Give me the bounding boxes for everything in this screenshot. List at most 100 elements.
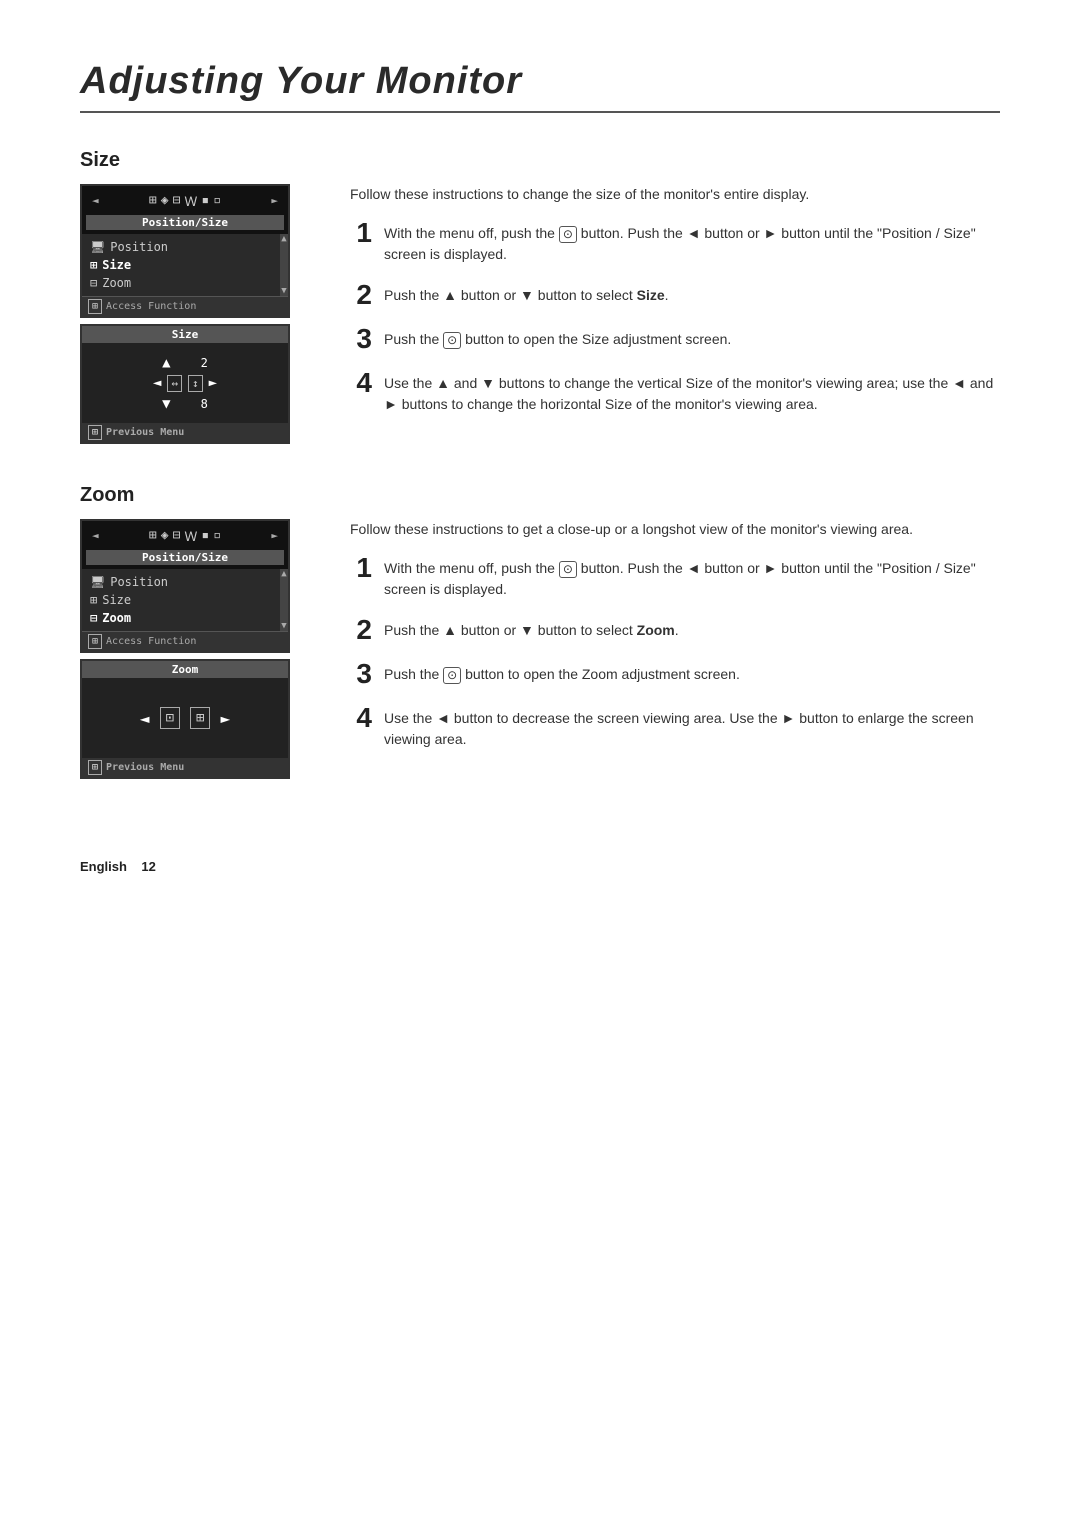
zoom-osd-right-arrow xyxy=(271,529,278,542)
zoom-step-2: 2 Push the ▲ button or ▼ button to selec… xyxy=(350,616,1000,644)
size-h-right: ► xyxy=(209,375,217,391)
size-h-icon-right: ↕ xyxy=(188,375,203,392)
zoom-osd-area: ⊞ ◈ ⊟ Ｗ ▪ ▫ Position/Size xyxy=(80,519,310,779)
icon-box1: ▪ xyxy=(201,193,209,208)
z-icon-box1: ▪ xyxy=(201,528,209,543)
size-h-icon-left: ↔ xyxy=(167,375,182,392)
size-v-down: ▼ xyxy=(162,396,170,412)
menu-item-size: ⊞ Size xyxy=(90,256,272,274)
size-instructions: Follow these instructions to change the … xyxy=(350,184,1000,444)
size-sub-title: Size xyxy=(82,326,288,343)
osd-right-arrow xyxy=(271,194,278,207)
zoom-left-arrow: ◄ xyxy=(140,709,150,728)
size-osd-menu: ⊞ ◈ ⊟ Ｗ ▪ ▫ Position/Size xyxy=(80,184,290,318)
z-step-num-1: 1 xyxy=(350,554,372,582)
size-menu-items: 🖥 Position ⊞ Size ⊟ Zoom xyxy=(82,234,280,296)
step-num-4: 4 xyxy=(350,369,372,397)
icon-grid: ⊟ xyxy=(173,193,181,208)
size-osd-title: Position/Size xyxy=(86,215,284,230)
zoom-osd-top-bar: ⊞ ◈ ⊟ Ｗ ▪ ▫ xyxy=(86,523,284,548)
zoom-icon-shrink: ⊡ xyxy=(160,707,180,729)
z-step-text-2: Push the ▲ button or ▼ button to select … xyxy=(384,616,679,641)
z-menu-item-size: ⊞ Size xyxy=(90,591,272,609)
z-step-text-1: With the menu off, push the ⊙ button. Pu… xyxy=(384,554,1000,600)
size-step-3: 3 Push the ⊙ button to open the Size adj… xyxy=(350,325,1000,353)
step-text-1: With the menu off, push the ⊙ button. Pu… xyxy=(384,219,1000,265)
zoom-right-arrow: ► xyxy=(220,709,230,728)
z-step-text-3: Push the ⊙ button to open the Zoom adjus… xyxy=(384,660,740,685)
size-prev-icon: ⊞ xyxy=(88,425,102,440)
zoom-sub-screen: Zoom ◄ ⊡ ⊞ ► ⊞ Previous Menu xyxy=(80,659,290,779)
zoom-section-row: ⊞ ◈ ⊟ Ｗ ▪ ▫ Position/Size xyxy=(80,519,1000,779)
scrollbar-up: ▲ xyxy=(281,234,286,244)
osd-left-arrow xyxy=(92,194,99,207)
step-text-3: Push the ⊙ button to open the Size adjus… xyxy=(384,325,731,350)
z-icon-w: Ｗ xyxy=(184,526,197,545)
z-size-label: Size xyxy=(102,593,131,607)
size-scrollbar: ▲ ▼ xyxy=(280,234,288,296)
z-size-icon: ⊞ xyxy=(90,593,97,607)
size-icon: ⊞ xyxy=(90,258,97,272)
position-icon: 🖥 xyxy=(90,240,105,254)
zoom-step-1: 1 With the menu off, push the ⊙ button. … xyxy=(350,554,1000,600)
step-num-1: 1 xyxy=(350,219,372,247)
z-scrollbar-up: ▲ xyxy=(281,569,286,579)
footer-page-number: 12 xyxy=(141,859,155,874)
zoom-icon: ⊟ xyxy=(90,276,97,290)
z-access-fn-label: Access Function xyxy=(106,636,196,647)
enter-btn-s3: ⊙ xyxy=(443,332,461,350)
zoom-bold: Zoom xyxy=(637,622,675,638)
size-osd-menu-row: 🖥 Position ⊞ Size ⊟ Zoom xyxy=(82,234,288,296)
size-section-row: ⊞ ◈ ⊟ Ｗ ▪ ▫ Position/Size xyxy=(80,184,1000,444)
zoom-osd-menu-row: 🖥 Position ⊞ Size ⊟ Zoom xyxy=(82,569,288,631)
size-steps-list: 1 With the menu off, push the ⊙ button. … xyxy=(350,219,1000,415)
z-zoom-label: Zoom xyxy=(102,611,131,625)
zoom-instructions: Follow these instructions to get a close… xyxy=(350,519,1000,779)
z-step-num-2: 2 xyxy=(350,616,372,644)
footer-language: English xyxy=(80,859,127,874)
zoom-label: Zoom xyxy=(102,276,131,290)
step-text-4: Use the ▲ and ▼ buttons to change the ve… xyxy=(384,369,1000,415)
zoom-adjust-controls: ◄ ⊡ ⊞ ► xyxy=(140,707,230,729)
size-step-4: 4 Use the ▲ and ▼ buttons to change the … xyxy=(350,369,1000,415)
zoom-intro: Follow these instructions to get a close… xyxy=(350,519,1000,540)
size-bold: Size xyxy=(637,287,665,303)
size-section: Size ⊞ ◈ ⊟ Ｗ ▪ xyxy=(80,149,1000,444)
z-enter-btn-s1: ⊙ xyxy=(559,561,577,579)
z-step-text-4: Use the ◄ button to decrease the screen … xyxy=(384,704,1000,750)
z-menu-item-zoom: ⊟ Zoom xyxy=(90,609,272,627)
z-icon-box2: ▫ xyxy=(213,528,221,543)
z-scrollbar-down: ▼ xyxy=(281,621,286,631)
zoom-osd-title: Position/Size xyxy=(86,550,284,565)
zoom-prev-label: Previous Menu xyxy=(106,762,184,773)
size-osd-menu-content: 🖥 Position ⊞ Size ⊟ Zoom xyxy=(82,234,280,296)
size-sub-body: ▲ 2 ◄ ↔ ↕ ► ▼ xyxy=(82,343,288,423)
z-position-label: Position xyxy=(110,575,168,589)
position-label: Position xyxy=(110,240,168,254)
size-osd-header: ⊞ ◈ ⊟ Ｗ ▪ ▫ Position/Size xyxy=(82,186,288,234)
zoom-sub-body: ◄ ⊡ ⊞ ► xyxy=(82,678,288,758)
zoom-icon-enlarge: ⊞ xyxy=(190,707,210,729)
zoom-section: Zoom ⊞ ◈ ⊟ Ｗ ▪ xyxy=(80,484,1000,779)
size-heading: Size xyxy=(80,149,1000,172)
size-prev-label: Previous Menu xyxy=(106,427,184,438)
size-prev-menu: ⊞ Previous Menu xyxy=(82,423,288,442)
z-icon-brightness: ◈ xyxy=(161,528,169,543)
zoom-step-4: 4 Use the ◄ button to decrease the scree… xyxy=(350,704,1000,750)
zoom-osd-header: ⊞ ◈ ⊟ Ｗ ▪ ▫ Position/Size xyxy=(82,521,288,569)
size-h-left: ◄ xyxy=(153,375,161,391)
z-step-num-3: 3 xyxy=(350,660,372,688)
access-fn-label: Access Function xyxy=(106,301,196,312)
size-label: Size xyxy=(102,258,131,272)
size-intro: Follow these instructions to change the … xyxy=(350,184,1000,205)
zoom-osd-left-arrow xyxy=(92,529,99,542)
zoom-menu-items: 🖥 Position ⊞ Size ⊟ Zoom xyxy=(82,569,280,631)
z-step-num-4: 4 xyxy=(350,704,372,732)
size-osd-area: ⊞ ◈ ⊟ Ｗ ▪ ▫ Position/Size xyxy=(80,184,310,444)
scrollbar-down: ▼ xyxy=(281,286,286,296)
zoom-heading: Zoom xyxy=(80,484,1000,507)
size-osd-icons: ⊞ ◈ ⊟ Ｗ ▪ ▫ xyxy=(149,191,221,210)
z-menu-item-position: 🖥 Position xyxy=(90,573,272,591)
zoom-prev-icon: ⊞ xyxy=(88,760,102,775)
z-zoom-icon: ⊟ xyxy=(90,611,97,625)
